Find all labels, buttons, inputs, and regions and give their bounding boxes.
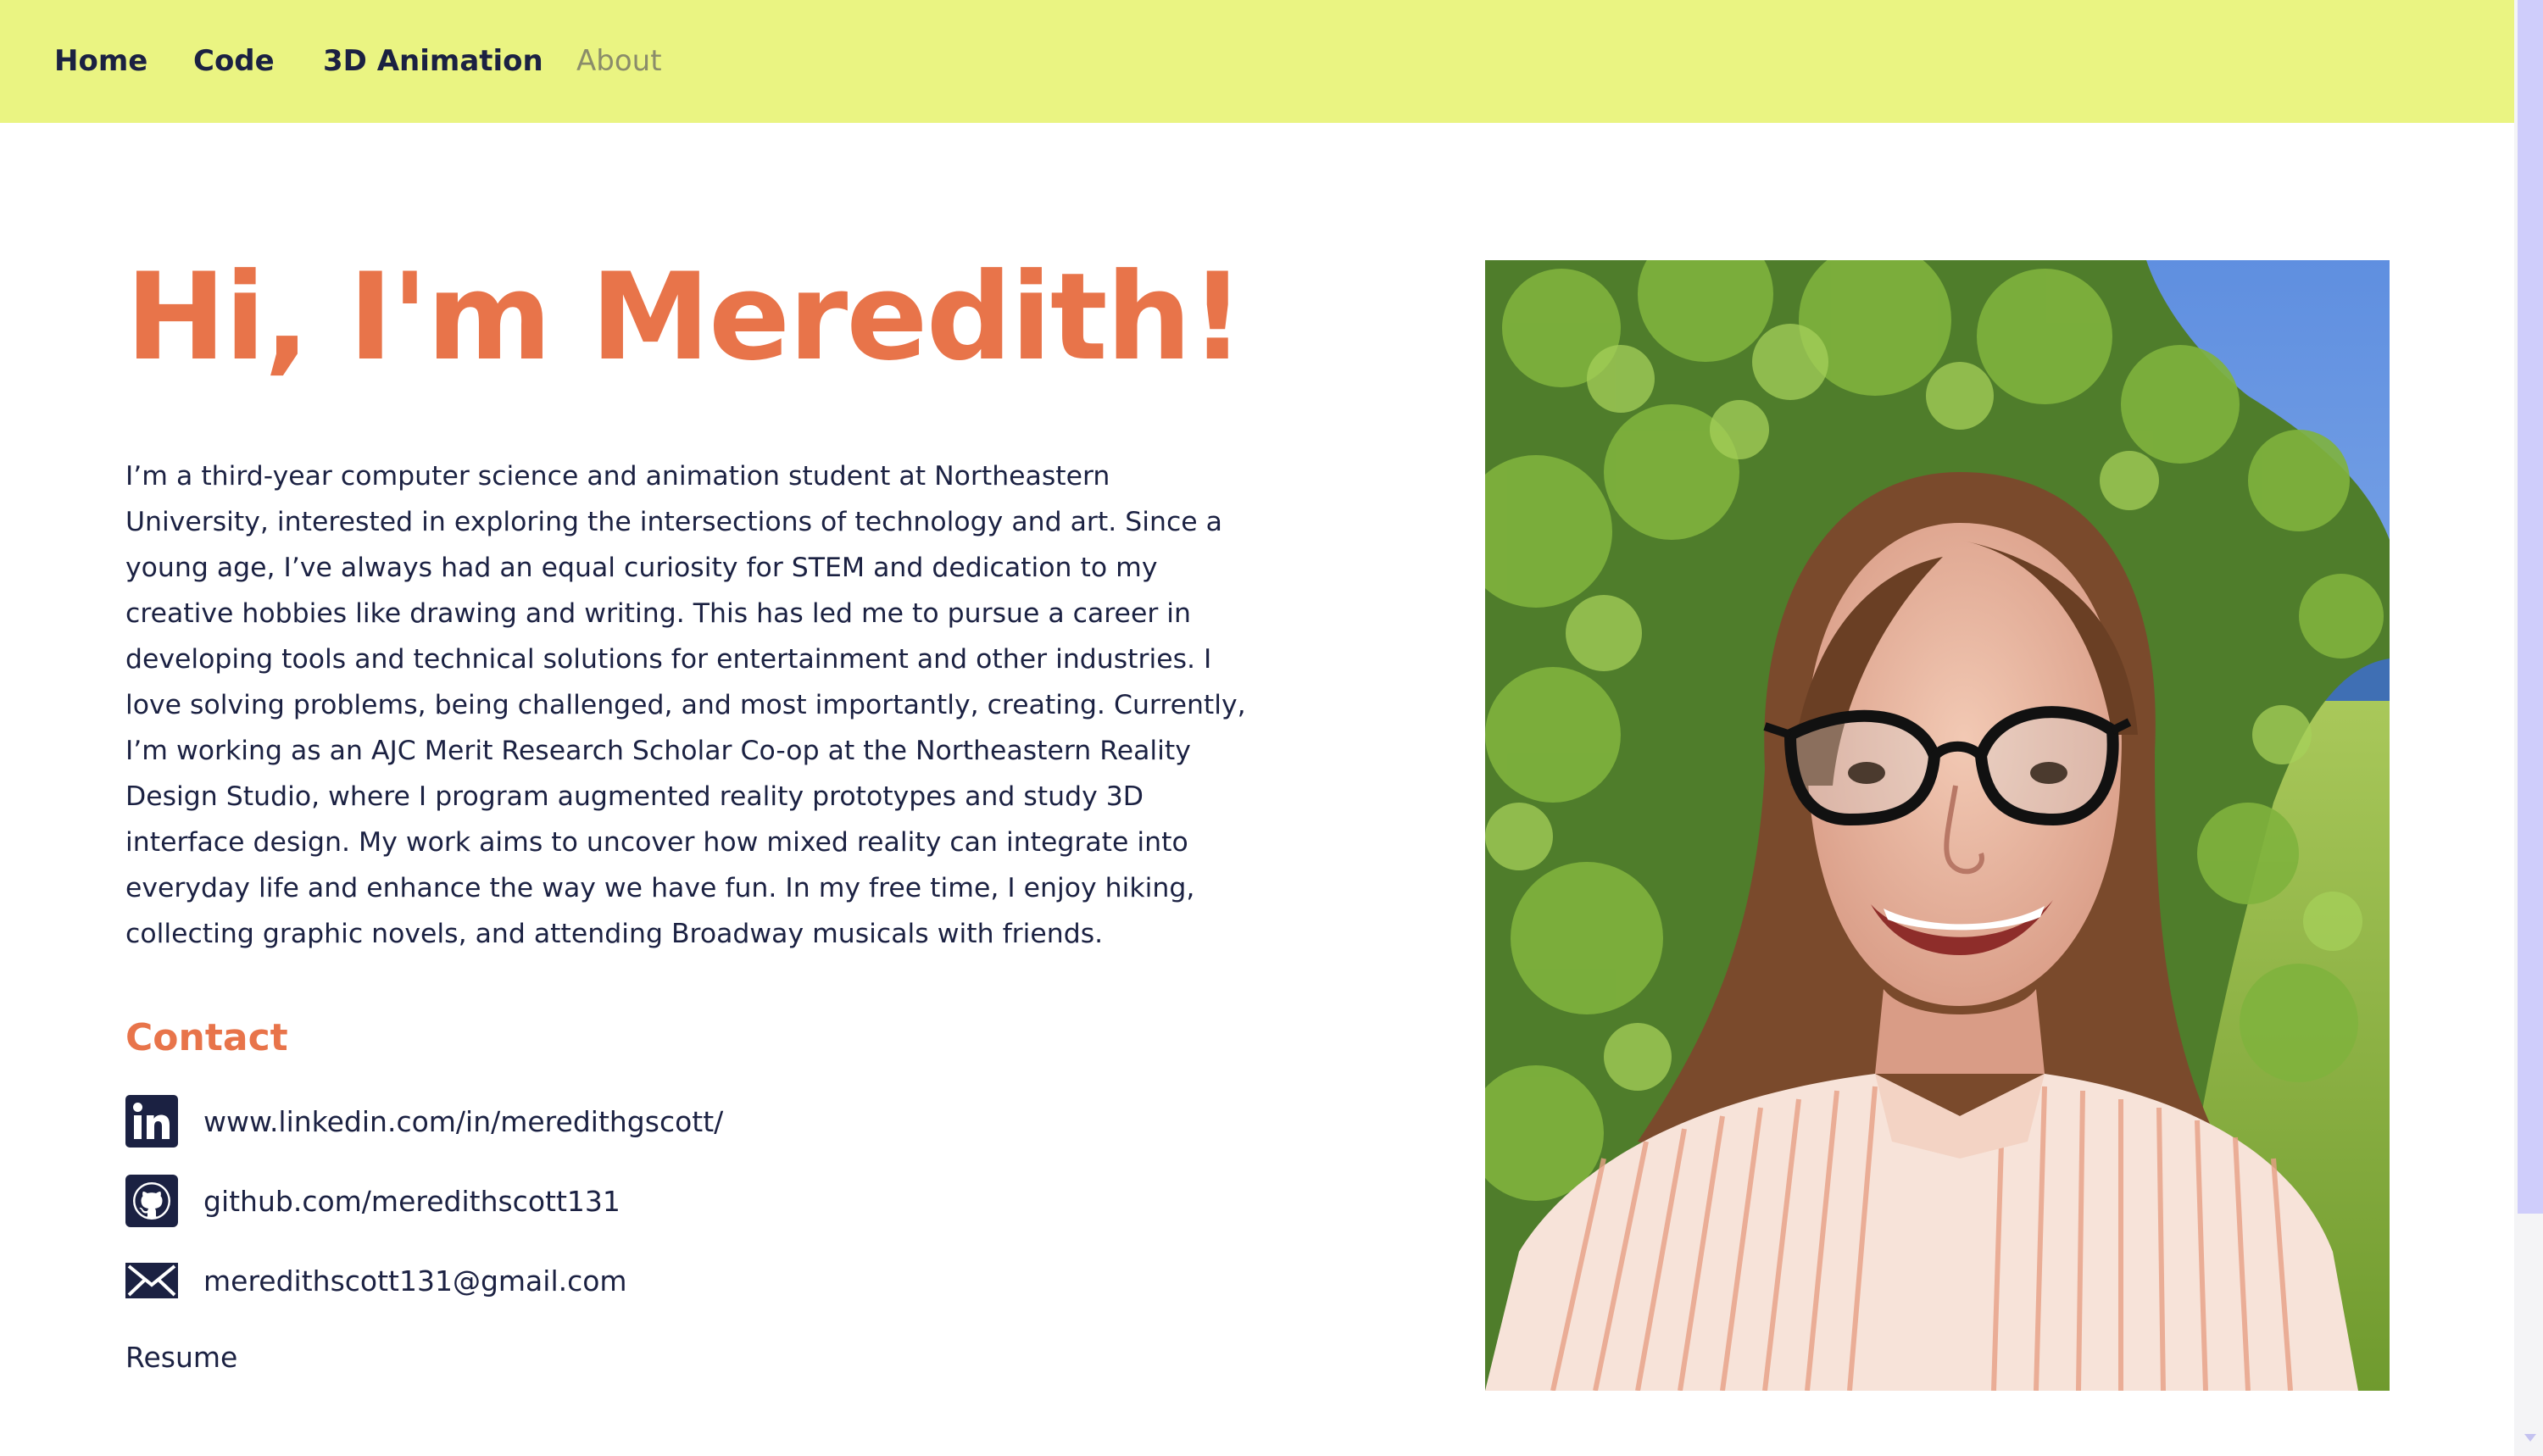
contact-linkedin[interactable]: www.linkedin.com/in/meredithgscott/ (125, 1095, 723, 1148)
page: Home Code 3D Animation About Hi, I'm Mer… (0, 0, 2543, 1456)
email-address: meredithscott131@gmail.com (203, 1264, 627, 1298)
mail-icon (125, 1254, 178, 1307)
contact-heading: Contact (125, 1016, 288, 1059)
scrollbar-thumb[interactable] (2518, 0, 2543, 1214)
nav-3d-animation-link[interactable]: 3D Animation (323, 0, 543, 123)
top-nav: Home Code 3D Animation About (0, 0, 2514, 123)
scroll-down-arrow-icon[interactable] (2524, 1434, 2536, 1442)
bio-paragraph: I’m a third-year computer science and an… (125, 461, 1246, 949)
linkedin-icon (125, 1095, 178, 1148)
linkedin-url: www.linkedin.com/in/meredithgscott/ (203, 1104, 724, 1138)
nav-home-link[interactable]: Home (54, 0, 147, 123)
github-url: github.com/meredithscott131 (203, 1184, 620, 1218)
profile-photo (1485, 260, 2390, 1391)
page-title: Hi, I'm Meredith! (125, 247, 1245, 387)
nav-code-link[interactable]: Code (193, 0, 275, 123)
resume-link[interactable]: Resume (125, 1335, 237, 1381)
github-icon (125, 1175, 178, 1227)
contact-github[interactable]: github.com/meredithscott131 (125, 1175, 620, 1227)
contact-email[interactable]: meredithscott131@gmail.com (125, 1254, 627, 1307)
nav-about-link[interactable]: About (576, 0, 662, 123)
